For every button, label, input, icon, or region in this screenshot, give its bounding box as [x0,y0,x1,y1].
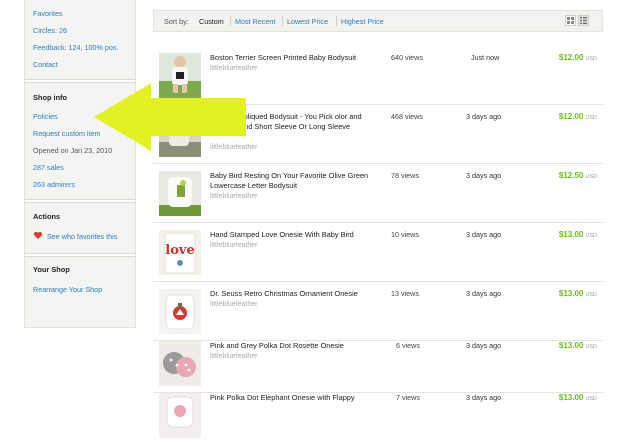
listing-title[interactable]: Boston Terrier Screen Printed Baby Bodys… [210,53,370,63]
shop-info-heading: Shop info [33,93,68,102]
sales-link[interactable]: 287 sales [33,163,64,172]
shop-sidebar: Favorites Circles: 26 Feedback: 124, 100… [24,0,136,328]
listing-title[interactable]: r Africa Appliqued Bodysuit - You Pick o… [210,112,370,132]
sidebar-divider [25,199,135,203]
see-who-favorites-link[interactable]: See who favorites this [47,232,117,241]
listing-shop-name[interactable]: littlebluefeather [210,242,257,249]
sort-separator [282,16,283,26]
rearrange-shop-link[interactable]: Rearrange Your Shop [33,285,102,294]
listing-price: $12.50 USD [558,171,597,180]
grid-view-button[interactable] [565,15,576,26]
listing-views: 640 views [391,53,423,62]
sidebar-divider [25,79,135,83]
opened-date: Opened on Jan 23, 2010 [33,146,113,155]
listing-row: Pink Polka Dot Elephant Onesie with Flap… [153,386,603,445]
listing-row: Dr. Seuss Retro Christmas Ornament Onesi… [153,282,603,341]
listing-price: $13.00 USD [558,230,597,239]
listing-views: 10 views [391,230,419,239]
sort-highest-price[interactable]: Highest Price [341,17,384,26]
listing-views: 13 views [391,289,419,298]
listing-row: Baby Bird Resting On Your Favorite Olive… [153,164,603,223]
sort-custom[interactable]: Custom [199,17,224,26]
listing-price: $12.00 USD [558,53,597,62]
sort-most-recent[interactable]: Most Recent [235,17,275,26]
listing-shop-name[interactable]: littlebluefeather [210,193,257,200]
listing-thumbnail[interactable] [159,171,201,216]
listing-price: $13.00 USD [558,393,597,402]
listing-thumbnail[interactable] [159,112,201,157]
actions-heading: Actions [33,212,61,221]
list-icon [580,17,587,24]
listing-thumbnail[interactable] [159,53,201,98]
listing-thumbnail[interactable]: love [159,230,201,275]
listing-shop-name[interactable]: littlebluefeather [210,301,257,308]
listing-title[interactable]: Dr. Seuss Retro Christmas Ornament Onesi… [210,289,370,299]
sort-bar: Sort by: Custom Most Recent Lowest Price… [153,10,603,32]
sort-label: Sort by: [164,17,189,26]
listing-thumbnail[interactable] [159,341,201,386]
love-stamp-text: love [165,243,194,258]
listing-title[interactable]: Pink Polka Dot Elephant Onesie with Flap… [210,393,370,403]
listing-title[interactable]: Hand Stamped Love Onesie With Baby Bird [210,230,370,240]
listing-row: r Africa Appliqued Bodysuit - You Pick o… [153,105,603,164]
listing-title[interactable]: Baby Bird Resting On Your Favorite Olive… [210,171,370,191]
list-view-button[interactable] [578,15,589,26]
request-custom-item-link[interactable]: Request custom item [33,129,101,138]
admirers-link[interactable]: 263 admirers [33,180,75,189]
listing-price: $13.00 USD [558,289,597,298]
listing-views: 6 views [396,341,420,350]
circles-link[interactable]: Circles: 26 [33,26,67,35]
listing-date: 3 days ago [466,341,502,350]
sort-separator [336,16,337,26]
listing-price: $12.00 USD [558,112,597,121]
listing-date: 3 days ago [466,171,502,180]
listing-views: 7 views [396,393,420,402]
listing-shop-name[interactable]: littlebluefeather [210,353,257,360]
listing-shop-name[interactable]: littlebluefeather [210,144,257,151]
sidebar-divider [25,253,135,257]
listing-row: love Hand Stamped Love Onesie With Baby … [153,223,603,282]
listing-title[interactable]: Pink and Grey Polka Dot Rosette Onesie [210,341,370,351]
listing-date: 3 days ago [466,112,502,121]
listing-date: 3 days ago [466,230,502,239]
sort-lowest-price[interactable]: Lowest Price [287,17,328,26]
listing-views: 78 views [391,171,419,180]
listing-thumbnail[interactable] [159,289,201,334]
grid-icon [567,17,574,24]
listing-date: 3 days ago [466,289,502,298]
contact-link[interactable]: Contact [33,60,58,69]
heart-icon [33,231,43,240]
your-shop-heading: Your Shop [33,265,70,274]
listing-row: Boston Terrier Screen Printed Baby Bodys… [153,46,603,105]
favorites-link[interactable]: Favorites [33,9,63,18]
listing-views: 468 views [391,112,423,121]
listing-date: 3 days ago [466,393,502,402]
sort-separator [230,16,231,26]
policies-link[interactable]: Policies [33,112,58,121]
listing-date: Just now [471,53,500,62]
listing-row: Pink and Grey Polka Dot Rosette Onesie l… [153,334,603,393]
listing-shop-name[interactable]: littlebluefeather [210,65,257,72]
feedback-link[interactable]: Feedback: 124, 100% pos. [33,43,119,52]
listing-price: $13.00 USD [558,341,597,350]
